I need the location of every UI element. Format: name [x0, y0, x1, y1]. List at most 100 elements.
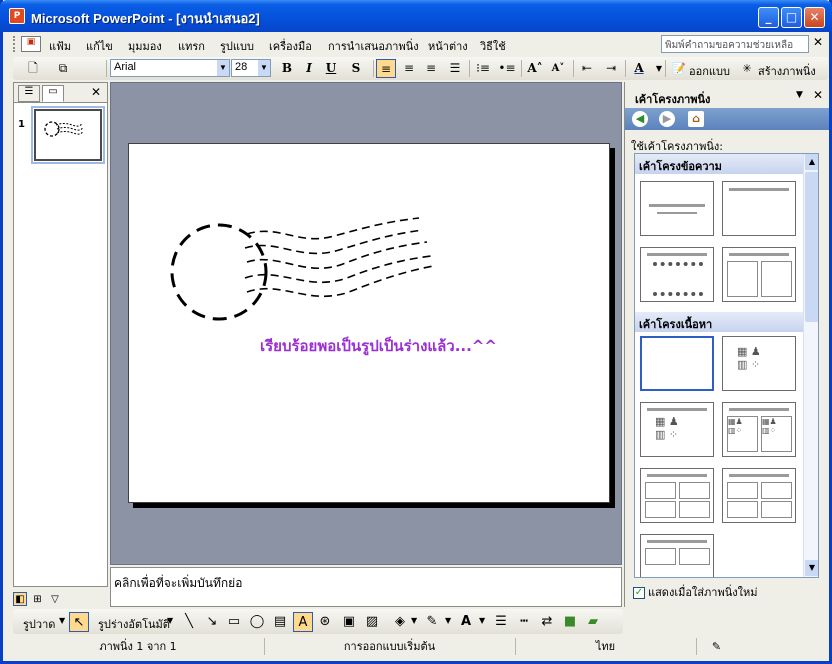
- layout-title-only[interactable]: [722, 181, 796, 236]
- menu-window[interactable]: หน้าต่าง: [428, 37, 468, 55]
- layout-list-scrollbar[interactable]: ▲ ▼: [803, 154, 818, 577]
- menu-grip-handle[interactable]: [13, 36, 17, 52]
- align-right-icon[interactable]: ≡: [421, 59, 441, 78]
- menu-tools[interactable]: เครื่องมือ: [269, 37, 312, 55]
- normal-view-icon[interactable]: ◧: [13, 592, 27, 606]
- chevron-down-icon[interactable]: ▼: [217, 60, 229, 76]
- clip-art-icon[interactable]: ▣: [339, 612, 359, 632]
- slide-sorter-view-icon[interactable]: ⊞: [31, 593, 45, 607]
- menu-view[interactable]: มุมมอง: [128, 37, 162, 55]
- slide-caption-text[interactable]: เรียบร้อยพอเป็นรูปเป็นร่างแล้ว...^^: [260, 334, 497, 358]
- spelling-status-icon[interactable]: ✎: [696, 638, 736, 655]
- slide-design-icon[interactable]: 📝: [669, 59, 689, 78]
- numbered-list-icon[interactable]: ⁝≡: [473, 59, 493, 78]
- shadow-style-icon[interactable]: ■: [560, 612, 580, 632]
- new-document-icon[interactable]: 🗋: [23, 59, 43, 78]
- bold-button[interactable]: B: [277, 59, 297, 78]
- menu-help[interactable]: วิธีใช้: [480, 37, 506, 55]
- notes-placeholder[interactable]: คลิกเพื่อที่จะเพิ่มบันทึกย่อ: [114, 574, 242, 593]
- increase-font-size-icon[interactable]: A˄: [525, 59, 545, 78]
- pane-close-icon[interactable]: ✕: [91, 85, 101, 99]
- chevron-down-icon[interactable]: ▼: [445, 616, 451, 625]
- help-question-input[interactable]: พิมพ์คำถามขอความช่วยเหลือ: [661, 35, 809, 53]
- decrease-font-size-icon[interactable]: A˅: [548, 59, 568, 78]
- chevron-down-icon[interactable]: ▼: [167, 616, 173, 625]
- arrow-style-icon[interactable]: ⇄: [537, 612, 557, 632]
- back-arrow-icon[interactable]: ◀: [632, 111, 648, 127]
- minimize-button[interactable]: _: [758, 7, 779, 28]
- task-pane-close-icon[interactable]: ✕: [813, 88, 823, 102]
- layout-title-and-two-content[interactable]: ▦♟ ▥⁘ ▦♟ ▥⁘: [722, 402, 796, 457]
- insert-picture-icon[interactable]: ▨: [362, 612, 382, 632]
- 3d-style-icon[interactable]: ▰: [583, 612, 603, 632]
- bulleted-list-icon[interactable]: •≡: [497, 59, 517, 78]
- rectangle-tool-icon[interactable]: ▭: [224, 612, 244, 632]
- diagram-icon[interactable]: ⊛: [315, 612, 335, 632]
- autoshapes-menu-button[interactable]: รูปร่างอัตโนมัติ: [98, 615, 170, 633]
- align-center-icon[interactable]: ≡: [399, 59, 419, 78]
- task-pane-menu-icon[interactable]: ▼: [796, 90, 803, 100]
- title-bar[interactable]: P Microsoft PowerPoint - [งานนำเสนอ2] _ …: [0, 0, 832, 32]
- powerpoint-app-icon[interactable]: P: [9, 8, 25, 24]
- menu-edit[interactable]: แก้ไข: [86, 37, 113, 55]
- forward-arrow-icon[interactable]: ▶: [659, 111, 675, 127]
- layout-content[interactable]: ▦ ♟ ▥ ⁘: [722, 336, 796, 391]
- new-slide-icon[interactable]: ✳: [737, 59, 757, 78]
- dash-style-icon[interactable]: ┅: [514, 612, 534, 632]
- chevron-down-icon[interactable]: ▼: [59, 616, 65, 625]
- font-color-draw-icon[interactable]: A: [456, 612, 476, 632]
- postmark-drawing[interactable]: [129, 144, 611, 504]
- layout-blank[interactable]: [640, 336, 714, 391]
- scroll-up-icon[interactable]: ▲: [805, 154, 818, 170]
- arrow-tool-icon[interactable]: ↘: [202, 612, 222, 632]
- underline-button[interactable]: U: [321, 59, 341, 78]
- slide-canvas[interactable]: เรียบร้อยพอเป็นรูปเป็นร่างแล้ว...^^: [128, 143, 610, 503]
- slide-editing-area[interactable]: เรียบร้อยพอเป็นรูปเป็นร่างแล้ว...^^: [110, 82, 622, 565]
- postmark-wavy-lines[interactable]: [244, 217, 434, 297]
- font-name-select[interactable]: Arial ▼: [110, 59, 230, 77]
- font-color-icon[interactable]: A: [629, 59, 649, 78]
- close-button[interactable]: ✕: [804, 7, 825, 28]
- decrease-indent-icon[interactable]: ⇤: [577, 59, 597, 78]
- copy-icon[interactable]: ⧉: [53, 59, 73, 78]
- text-shadow-button[interactable]: S: [346, 59, 366, 78]
- line-color-icon[interactable]: ✎: [422, 612, 442, 632]
- menu-slideshow[interactable]: การนำเสนอภาพนิ่ง: [328, 37, 419, 55]
- document-menu-icon[interactable]: ▣: [21, 36, 41, 52]
- layout-content-partial[interactable]: [640, 534, 714, 577]
- align-left-icon[interactable]: ≡: [376, 59, 396, 78]
- outline-tab-icon[interactable]: ☰: [18, 85, 40, 102]
- line-tool-icon[interactable]: ╲: [179, 612, 199, 632]
- layout-title-and-content[interactable]: ▦ ♟ ▥ ⁘: [640, 402, 714, 457]
- notes-pane[interactable]: คลิกเพื่อที่จะเพิ่มบันทึกย่อ: [110, 567, 622, 607]
- draw-menu-button[interactable]: รูปวาด: [23, 615, 55, 633]
- menu-file[interactable]: แฟ้ม: [49, 37, 71, 55]
- chevron-down-icon[interactable]: ▼: [479, 616, 485, 625]
- maximize-button[interactable]: □: [781, 7, 802, 28]
- italic-button[interactable]: I: [299, 59, 319, 78]
- scroll-down-icon[interactable]: ▼: [805, 560, 818, 576]
- menu-insert[interactable]: แทรก: [178, 37, 205, 55]
- wordart-icon[interactable]: A: [293, 612, 313, 632]
- select-pointer-icon[interactable]: ↖: [69, 612, 89, 632]
- scrollbar-thumb[interactable]: [805, 172, 818, 322]
- chevron-down-icon[interactable]: ▼: [411, 616, 417, 625]
- layout-title-slide[interactable]: [640, 181, 714, 236]
- font-size-select[interactable]: 28 ▼: [231, 59, 271, 77]
- slide-design-button[interactable]: ออกแบบ: [689, 62, 730, 80]
- slide-thumbnail[interactable]: [31, 106, 105, 164]
- menu-format[interactable]: รูปแบบ: [220, 37, 254, 55]
- fill-color-icon[interactable]: ◈: [390, 612, 410, 632]
- layout-title-and-four-content[interactable]: [722, 468, 796, 523]
- show-on-insert-option[interactable]: ✓ แสดงเมื่อใส่ภาพนิ่งใหม่: [633, 583, 757, 601]
- slides-tab-icon[interactable]: ▭: [42, 85, 64, 102]
- line-style-icon[interactable]: ☰: [491, 612, 511, 632]
- chevron-down-icon[interactable]: ▼: [649, 59, 669, 78]
- document-close-icon[interactable]: ✕: [813, 35, 823, 49]
- layout-title-and-two-columns[interactable]: [722, 247, 796, 302]
- slideshow-view-icon[interactable]: ▽: [48, 593, 62, 607]
- layout-title-content-and-two-content[interactable]: [640, 468, 714, 523]
- justify-icon[interactable]: ☰: [445, 59, 465, 78]
- text-box-icon[interactable]: ▤: [270, 612, 290, 632]
- layout-title-and-text[interactable]: [640, 247, 714, 302]
